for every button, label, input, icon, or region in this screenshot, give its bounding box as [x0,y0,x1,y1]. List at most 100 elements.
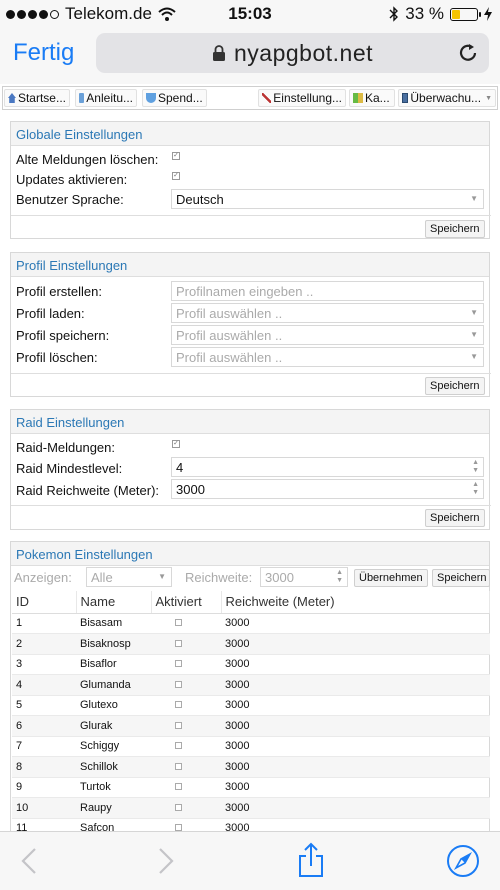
updates-checkbox[interactable]: ✓ [172,172,180,180]
bookmark-ueberwachung[interactable]: Überwachu... ▼ [398,89,496,107]
stepper-icon[interactable]: ▲ ▼ [472,481,479,497]
table-header: ID Name Aktiviert Reichweite (Meter) [12,591,490,614]
profile-load-select[interactable]: Profil auswählen .. ▼ [171,303,484,323]
column-header-range[interactable]: Reichweite (Meter) [221,591,490,614]
bookmark-label: Überwachu... [410,91,482,105]
active-checkbox[interactable] [175,701,182,709]
column-header-name[interactable]: Name [76,591,152,614]
cell-id: 2 [12,633,76,655]
chevron-down-icon[interactable]: ▼ [485,95,492,102]
raid-messages-label: Raid-Meldungen: [16,440,116,455]
show-filter-value: Alle [91,570,113,585]
address-bar[interactable]: nyapgbot.net [96,33,489,73]
chevron-down-icon: ▼ [158,572,166,581]
lock-icon [213,45,225,61]
active-checkbox[interactable] [175,680,182,688]
cell-id: 8 [12,756,76,778]
cell-name: Turtok [76,777,151,798]
language-label: Benutzer Sprache: [16,192,124,207]
show-filter-label: Anzeigen: [14,570,72,585]
bookmark-einstellungen[interactable]: Einstellung... [258,89,346,107]
cell-name: Schiggy [76,736,151,757]
bookmark-anleitung[interactable]: Anleitu... [75,89,137,107]
chevron-right-icon[interactable] [157,846,175,876]
range-filter-input[interactable]: 3000 ▲ ▼ [260,567,348,587]
table-row: 5 Glutexo 3000 [12,695,490,716]
save-button[interactable]: Speichern [425,220,485,238]
cell-id: 10 [12,797,76,819]
active-checkbox[interactable] [175,783,182,791]
show-filter-select[interactable]: Alle ▼ [86,567,172,587]
table-row: 8 Schillok 3000 [12,756,490,778]
cell-name: Bisaknosp [76,633,151,655]
delete-messages-checkbox[interactable]: ✓ [172,152,180,160]
pokemon-table: ID Name Aktiviert Reichweite (Meter) 1 Bi… [12,591,490,839]
charging-icon [484,7,492,21]
cell-name: Bisasam [76,613,151,634]
status-right: 33 % [389,4,492,24]
active-checkbox[interactable] [175,660,182,668]
cell-range: 3000 [221,695,490,716]
language-value: Deutsch [176,192,224,207]
panel-title: Globale Einstellungen [11,122,489,146]
table-row: 4 Glumanda 3000 [12,674,490,696]
active-checkbox[interactable] [175,742,182,750]
chevron-down-icon: ▼ [470,194,478,203]
save-button[interactable]: Speichern [432,569,490,587]
language-select[interactable]: Deutsch ▼ [171,189,484,209]
raid-range-value: 3000 [176,482,205,497]
table-row: 2 Bisaknosp 3000 [12,633,490,655]
bookmark-karte[interactable]: Ka... [349,89,395,107]
raid-messages-checkbox[interactable]: ✓ [172,440,180,448]
done-button[interactable]: Fertig [13,39,74,67]
save-button[interactable]: Speichern [425,377,485,395]
save-button[interactable]: Speichern [425,509,485,527]
active-checkbox[interactable] [175,803,182,811]
table-row: 3 Bisaflor 3000 [12,654,490,675]
range-filter-label: Reichweite: [185,570,253,585]
raid-minlevel-input[interactable]: 4 ▲ ▼ [171,457,484,477]
bluetooth-icon [389,6,399,22]
cell-name: Raupy [76,797,151,819]
profile-name-input[interactable]: Profilnamen eingeben .. [171,281,484,301]
table-row: 10 Raupy 3000 [12,797,490,819]
cell-range: 3000 [221,797,490,819]
column-header-id[interactable]: ID [12,591,77,614]
cell-id: 4 [12,674,76,696]
active-checkbox[interactable] [175,639,182,647]
select-placeholder: Profil auswählen .. [176,306,283,321]
select-placeholder: Profil auswählen .. [176,328,283,343]
column-header-active[interactable]: Aktiviert [151,591,222,614]
cell-id: 3 [12,654,76,675]
delete-messages-label: Alte Meldungen löschen: [16,152,159,167]
cell-active [151,654,221,675]
url-text: nyapgbot.net [234,40,374,66]
share-icon[interactable] [297,842,325,878]
profile-create-label: Profil erstellen: [16,284,102,299]
reload-icon[interactable] [457,42,479,64]
global-settings-panel: Globale Einstellungen Alte Meldungen lös… [10,121,491,239]
raid-range-input[interactable]: 3000 ▲ ▼ [171,479,484,499]
cell-range: 3000 [221,633,490,655]
stepper-icon[interactable]: ▲ ▼ [472,459,479,475]
active-checkbox[interactable] [175,619,182,627]
stepper-icon[interactable]: ▲ ▼ [336,569,343,585]
profile-delete-select[interactable]: Profil auswählen .. ▼ [171,347,484,367]
active-checkbox[interactable] [175,762,182,770]
cell-active [151,695,221,716]
browser-header: Fertig nyapgbot.net [0,28,500,84]
bookmark-spenden[interactable]: Spend... [142,89,207,107]
bookmark-label: Startse... [17,91,66,105]
active-checkbox[interactable] [175,721,182,729]
apply-button[interactable]: Übernehmen [354,569,428,587]
cell-active [151,777,221,798]
cell-active [151,736,221,757]
compass-icon[interactable] [446,844,480,878]
profile-settings-panel: Profil Einstellungen Profil erstellen: P… [10,252,491,397]
bookmarks-bar: Startse... Anleitu... Spend... Einstellu… [2,86,498,110]
bookmark-startseite[interactable]: Startse... [4,89,70,107]
chevron-left-icon[interactable] [20,846,38,876]
profile-save-select[interactable]: Profil auswählen .. ▼ [171,325,484,345]
bookmark-label: Einstellung... [273,91,342,105]
panel-title: Profil Einstellungen [11,253,489,277]
